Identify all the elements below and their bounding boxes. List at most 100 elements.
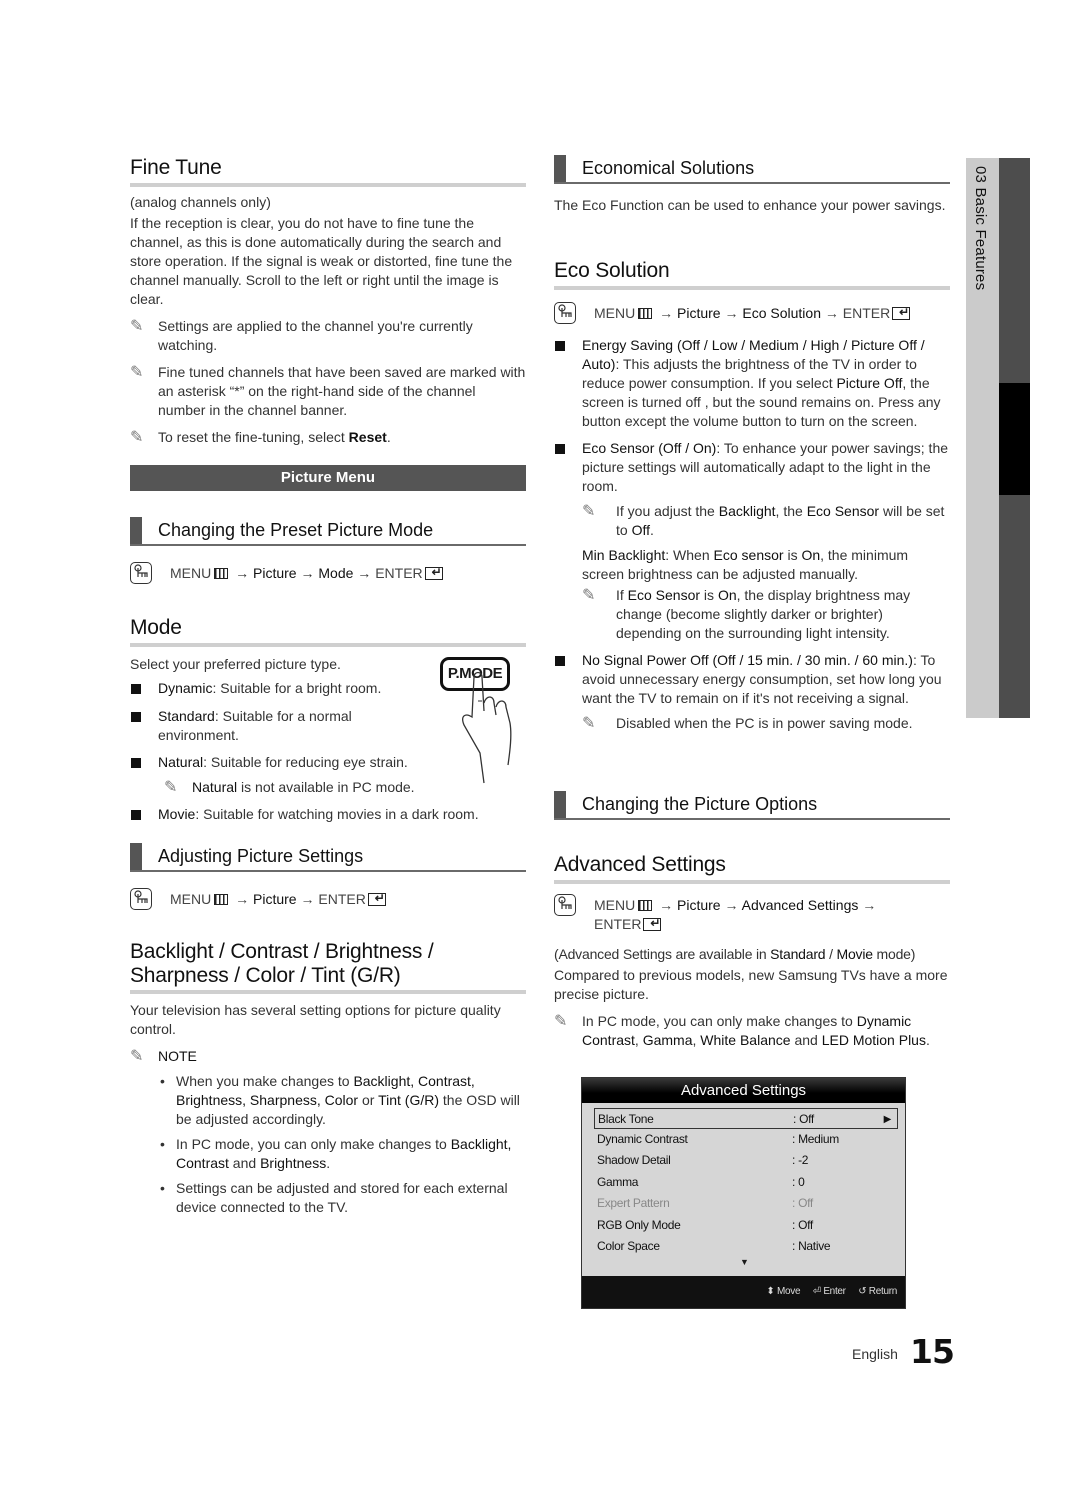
note-pencil-icon: ✎ <box>582 503 596 520</box>
pmode-illustration: P.MODE <box>438 655 528 785</box>
osd-enter-hint: ⏎ Enter <box>812 1286 846 1297</box>
advanced-availability: (Advanced Settings are available in Stan… <box>554 946 916 962</box>
eco-solution-title: Eco Solution <box>554 258 950 290</box>
osd-return-hint: ↺ Return <box>858 1286 897 1297</box>
osd-row-shadow-detail[interactable]: Shadow Detail: -2 <box>594 1150 898 1171</box>
note-pencil-icon: ✎ <box>130 318 144 335</box>
heading-bar <box>130 517 142 544</box>
bullet-square-icon <box>555 341 565 351</box>
osd-row-expert-pattern: Expert Pattern: Off <box>597 1196 813 1210</box>
min-backlight-note: ✎ If Eco Sensor is On, the display bright… <box>582 587 911 641</box>
osd-row-gamma[interactable]: Gamma: 0 <box>594 1172 898 1193</box>
eco-solution-section: Eco Solution MENU → Picture → Eco Soluti… <box>554 258 950 733</box>
mode-title: Mode <box>130 615 526 647</box>
note-pencil-icon: ✎ <box>164 779 178 796</box>
preset-mode-menu-path: MENU → Picture → Mode → ENTER <box>130 562 526 584</box>
backlight-note-bullet-1: • When you make changes to Backlight, Con… <box>160 1073 520 1127</box>
chapter-indicator <box>999 383 1030 495</box>
footer-language: English <box>852 1346 898 1362</box>
enter-icon <box>643 914 662 933</box>
osd-row-rgb-only-mode[interactable]: RGB Only Mode: Off <box>594 1215 898 1236</box>
note-pencil-icon: ✎ <box>582 715 596 732</box>
advanced-settings-title: Advanced Settings <box>554 852 950 884</box>
note-pencil-icon: ✎ <box>130 364 144 381</box>
remote-hand-icon <box>130 562 152 584</box>
enter-icon: ⏎ <box>812 1286 821 1297</box>
osd-row-color-space[interactable]: Color Space: Native <box>594 1236 898 1257</box>
osd-title: Advanced Settings <box>582 1078 905 1103</box>
note-pencil-icon: ✎ <box>582 587 596 604</box>
enter-icon <box>424 563 443 582</box>
min-backlight-text: Min Backlight: When Eco sensor is On, th… <box>582 547 909 582</box>
economical-body: The Eco Function can be used to enhance … <box>554 197 946 213</box>
bullet-square-icon <box>555 444 565 454</box>
backlight-title: Backlight / Contrast / Brightness / Sharp… <box>130 940 526 994</box>
bullet-square-icon <box>131 712 141 722</box>
osd-footer: ⬍ Move ⏎ Enter ↺ Return <box>582 1276 905 1308</box>
advanced-settings-section: Advanced Settings MENU → Picture → Advan… <box>554 852 950 1050</box>
mode-item-dynamic: Dynamic: Suitable for a bright room. <box>130 679 410 698</box>
backlight-note-bullet-3: • Settings can be adjusted and stored for… <box>160 1180 508 1215</box>
fine-tune-section: Fine Tune (analog channels only) If the … <box>130 155 526 447</box>
economical-title: Economical Solutions <box>554 155 950 184</box>
no-signal-note: ✎ Disabled when the PC is in power saving… <box>582 715 913 732</box>
bullet-square-icon <box>131 810 141 820</box>
fine-tune-note-2: ✎ Fine tuned channels that have been save… <box>130 364 526 418</box>
fine-tune-title: Fine Tune <box>130 155 526 187</box>
remote-hand-icon <box>554 894 576 916</box>
advanced-pc-note: ✎ In PC mode, you can only make changes t… <box>554 1013 930 1048</box>
picture-options-title: Changing the Picture Options <box>554 791 950 820</box>
right-arrow-icon: ▶ <box>883 1114 892 1125</box>
picture-menu-banner: Picture Menu <box>130 465 526 491</box>
chapter-side-strip <box>999 158 1030 718</box>
osd-row-dynamic-contrast[interactable]: Dynamic Contrast: Medium <box>594 1129 898 1150</box>
pointing-hand-icon <box>462 671 512 784</box>
remote-hand-icon <box>130 888 152 910</box>
backlight-note-bullet-2: • In PC mode, you can only make changes t… <box>160 1136 512 1171</box>
page-number: 15 <box>910 1332 955 1371</box>
return-icon: ↺ <box>858 1286 867 1297</box>
fine-tune-subtitle: (analog channels only) <box>130 194 271 210</box>
adjusting-menu-path: MENU → Picture → ENTER <box>130 888 526 910</box>
enter-icon <box>367 889 386 908</box>
eco-solution-menu-path: MENU → Picture → Eco Solution → ENTER <box>554 302 950 324</box>
advanced-body: Compared to previous models, new Samsung… <box>554 967 948 1002</box>
economical-section: Economical Solutions The Eco Function ca… <box>554 155 950 215</box>
preset-mode-section: Changing the Preset Picture Mode MENU → … <box>130 517 526 584</box>
bullet-square-icon <box>131 758 141 768</box>
backlight-body: Your television has several setting opti… <box>130 1002 501 1037</box>
adjusting-title: Adjusting Picture Settings <box>130 843 526 872</box>
heading-bar <box>130 843 142 870</box>
mode-item-movie: Movie: Suitable for watching movies in a… <box>130 805 526 824</box>
fine-tune-note-3: ✎ To reset the fine-tuning, select Reset. <box>130 429 391 446</box>
osd-row-black-tone[interactable]: Black Tone: Off ▶ <box>594 1108 898 1129</box>
note-pencil-icon: ✎ <box>130 429 144 446</box>
note-pencil-icon: ✎ <box>554 1013 568 1030</box>
menu-icon <box>214 894 229 905</box>
adjusting-section: Adjusting Picture Settings MENU → Pictur… <box>130 843 526 910</box>
bullet-square-icon <box>555 656 565 666</box>
scroll-down-icon[interactable]: ▼ <box>740 1257 749 1267</box>
eco-sensor-note: ✎ If you adjust the Backlight, the Eco Se… <box>582 503 945 538</box>
menu-icon <box>638 900 653 911</box>
advanced-menu-path: MENU → Picture → Advanced Settings → ENTE… <box>554 894 950 934</box>
no-signal-item: No Signal Power Off (Off / 15 min. / 30 … <box>554 651 950 708</box>
backlight-section: Backlight / Contrast / Brightness / Sharp… <box>130 940 526 1217</box>
menu-icon <box>214 568 229 579</box>
up-down-icon: ⬍ <box>766 1286 775 1297</box>
fine-tune-note-1: ✎ Settings are applied to the channel you… <box>130 318 473 353</box>
eco-sensor-item: Eco Sensor (Off / On): To enhance your p… <box>554 439 950 496</box>
preset-mode-title: Changing the Preset Picture Mode <box>130 517 526 546</box>
note-pencil-icon: ✎ <box>130 1048 144 1065</box>
remote-hand-icon <box>554 302 576 324</box>
picture-options-section: Changing the Picture Options <box>554 791 950 820</box>
energy-saving-item: Energy Saving (Off / Low / Medium / High… <box>554 336 950 431</box>
advanced-settings-osd: Advanced Settings Black Tone: Off ▶ Dynam… <box>581 1077 906 1309</box>
heading-bar <box>554 155 566 182</box>
enter-icon <box>892 303 911 322</box>
backlight-note-label: ✎ NOTE <box>130 1048 197 1065</box>
bullet-square-icon <box>131 684 141 694</box>
menu-icon <box>638 308 653 319</box>
fine-tune-body: If the reception is clear, you do not ha… <box>130 215 513 307</box>
osd-move-hint: ⬍ Move <box>766 1286 801 1297</box>
